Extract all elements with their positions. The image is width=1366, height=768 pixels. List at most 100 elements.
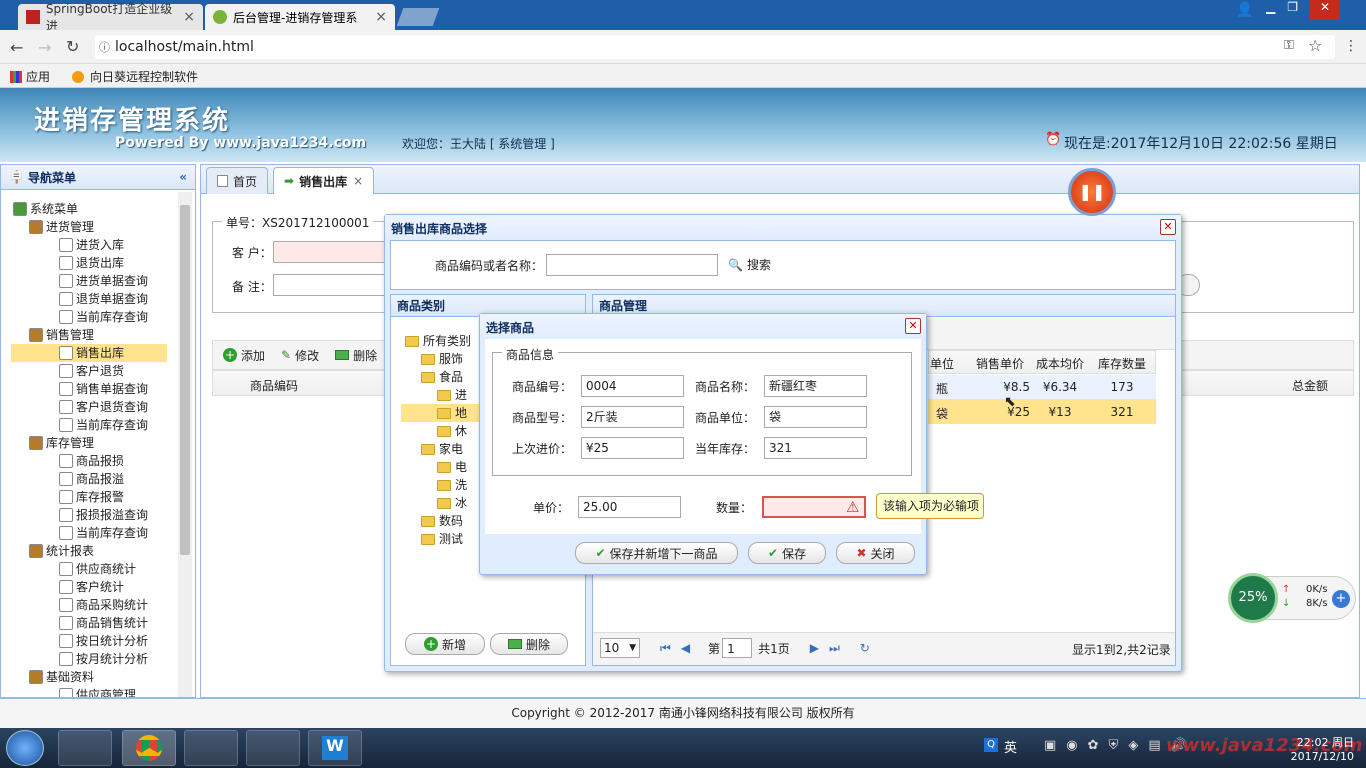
sunlogin-bookmark[interactable]: 向日葵远程控制软件 (72, 68, 198, 85)
shield-icon[interactable]: ⛨ (1109, 738, 1119, 753)
select-close-button[interactable]: ✕ (905, 318, 921, 334)
nav-item[interactable]: 基础资料 (29, 668, 94, 686)
nav-item[interactable]: 当前库存查询 (59, 416, 148, 434)
pause-icon[interactable]: ❚❚ (1068, 168, 1116, 216)
search-button[interactable]: 🔍 搜索 (728, 256, 771, 273)
ime-icon[interactable]: Q (984, 738, 998, 752)
back-icon[interactable]: ← (10, 38, 23, 57)
minimize-icon[interactable]: ▁ (1266, 0, 1275, 20)
nav-item[interactable]: 供应商管理 (59, 686, 136, 697)
star-icon[interactable]: ☆ (1308, 36, 1322, 55)
category-tree-item[interactable]: 冰 (437, 494, 467, 512)
nav-item[interactable]: 退货单据查询 (59, 290, 148, 308)
category-tree-item[interactable]: 食品 (421, 368, 463, 386)
category-tree-item[interactable]: 家电 (421, 440, 463, 458)
add-button[interactable]: + 添加 (223, 347, 265, 364)
nav-item[interactable]: 销售管理 (29, 326, 94, 344)
nav-item[interactable]: 退货出库 (59, 254, 124, 272)
stock-field[interactable]: 321 (764, 437, 867, 459)
nav-item[interactable]: 商品报溢 (59, 470, 124, 488)
category-tree-item[interactable]: 地 (401, 404, 481, 422)
apps-bookmark[interactable]: 应用 (10, 68, 50, 85)
nav-item[interactable]: 商品销售统计 (59, 614, 148, 632)
price-field[interactable]: 25.00 (578, 496, 681, 518)
tray-icon[interactable]: ◈ (1128, 738, 1138, 753)
category-tree-item[interactable]: 数码 (421, 512, 463, 530)
close-icon[interactable]: × (375, 9, 387, 25)
dialog-close-button[interactable]: ✕ (1160, 219, 1176, 235)
forward-icon[interactable]: → (38, 38, 51, 57)
taskbar-eclipse[interactable] (184, 730, 238, 766)
nav-item[interactable]: 进货入库 (59, 236, 124, 254)
ime-mode[interactable]: 英 (1004, 737, 1017, 756)
nav-item[interactable]: 按月统计分析 (59, 650, 148, 668)
nav-item[interactable]: 按日统计分析 (59, 632, 148, 650)
address-bar[interactable]: ⓘ localhost/main.html (95, 35, 1335, 59)
tab-sales-out[interactable]: ➡ 销售出库 × (273, 167, 375, 194)
taskbar-app-1[interactable] (58, 730, 112, 766)
nav-item[interactable]: 商品采购统计 (59, 596, 148, 614)
add-category-button[interactable]: + 新增 (405, 633, 485, 655)
category-tree-item[interactable]: 测试 (421, 530, 463, 548)
nav-item[interactable]: 当前库存查询 (59, 524, 148, 542)
tray-icon[interactable]: ◉ (1066, 738, 1077, 753)
page-size-select[interactable]: 10 ▼ (600, 638, 640, 658)
category-tree-item[interactable]: 进 (437, 386, 467, 404)
tray-icon[interactable]: ✿ (1088, 738, 1099, 753)
plus-icon[interactable]: + (1332, 590, 1350, 608)
delete-category-button[interactable]: 删除 (490, 633, 568, 655)
user-icon[interactable]: 👤 (1236, 2, 1253, 18)
window-close-icon[interactable]: ✕ (1310, 0, 1341, 20)
nav-item[interactable]: 库存报警 (59, 488, 124, 506)
save-button[interactable]: ✔ 保存 (748, 542, 826, 564)
page-input[interactable]: 1 (722, 638, 753, 658)
nav-item[interactable]: 进货管理 (29, 218, 94, 236)
edit-button[interactable]: ✎ 修改 (281, 347, 319, 364)
maximize-icon[interactable]: ❐ (1287, 0, 1298, 20)
close-icon[interactable]: × (183, 9, 195, 25)
category-tree-item[interactable]: 所有类别 (405, 332, 471, 350)
taskbar-chrome[interactable] (122, 730, 176, 766)
tray-icon[interactable]: ▣ (1044, 738, 1056, 753)
nav-item[interactable]: 商品报损 (59, 452, 124, 470)
taskbar-app-4[interactable] (246, 730, 300, 766)
refresh-icon[interactable]: ↻ (860, 641, 870, 655)
first-page-icon[interactable]: ⏮ (660, 641, 671, 656)
category-tree-item[interactable]: 洗 (437, 476, 467, 494)
nav-item[interactable]: 客户统计 (59, 578, 124, 596)
nav-item[interactable]: 进货单据查询 (59, 272, 148, 290)
category-tree-item[interactable]: 电 (437, 458, 467, 476)
nav-item[interactable]: 客户退货查询 (59, 398, 148, 416)
tray-icon[interactable]: ▤ (1148, 738, 1160, 753)
nav-item[interactable]: 客户退货 (59, 362, 124, 380)
nav-item[interactable]: 销售出库 (11, 344, 167, 362)
menu-icon[interactable]: ⋮ (1344, 38, 1358, 54)
delete-button[interactable]: 删除 (335, 347, 377, 364)
remark-input[interactable] (273, 274, 385, 296)
nav-item[interactable]: 统计报表 (29, 542, 94, 560)
key-icon[interactable]: ⚿ (1284, 38, 1294, 53)
browser-tab[interactable]: SpringBoot打造企业级进 × (18, 2, 203, 33)
code-field[interactable]: 0004 (581, 375, 684, 397)
close-button[interactable]: ✖ 关闭 (836, 542, 915, 564)
search-input[interactable] (546, 254, 718, 276)
customer-input[interactable] (273, 241, 385, 263)
nav-item[interactable]: 系统菜单 (13, 200, 78, 218)
nav-item[interactable]: 库存管理 (29, 434, 94, 452)
next-page-icon[interactable]: ▶ (810, 641, 819, 655)
unit-field[interactable]: 袋 (764, 406, 867, 428)
collapse-icon[interactable]: « (179, 170, 187, 184)
start-button[interactable] (6, 730, 44, 766)
close-icon[interactable]: × (353, 174, 363, 188)
reload-icon[interactable]: ↻ (66, 37, 79, 56)
last-price-field[interactable]: ¥25 (581, 437, 684, 459)
tab-home[interactable]: 首页 (206, 167, 269, 194)
model-field[interactable]: 2斤装 (581, 406, 684, 428)
browser-tab-active[interactable]: 后台管理-进销存管理系 × (205, 4, 395, 30)
last-page-icon[interactable]: ⏭ (829, 641, 840, 656)
prev-page-icon[interactable]: ◀ (681, 641, 690, 655)
nav-item[interactable]: 报损报溢查询 (59, 506, 148, 524)
taskbar-app-5[interactable]: W (308, 730, 362, 766)
new-tab-button[interactable] (396, 8, 440, 26)
nav-item[interactable]: 供应商统计 (59, 560, 136, 578)
